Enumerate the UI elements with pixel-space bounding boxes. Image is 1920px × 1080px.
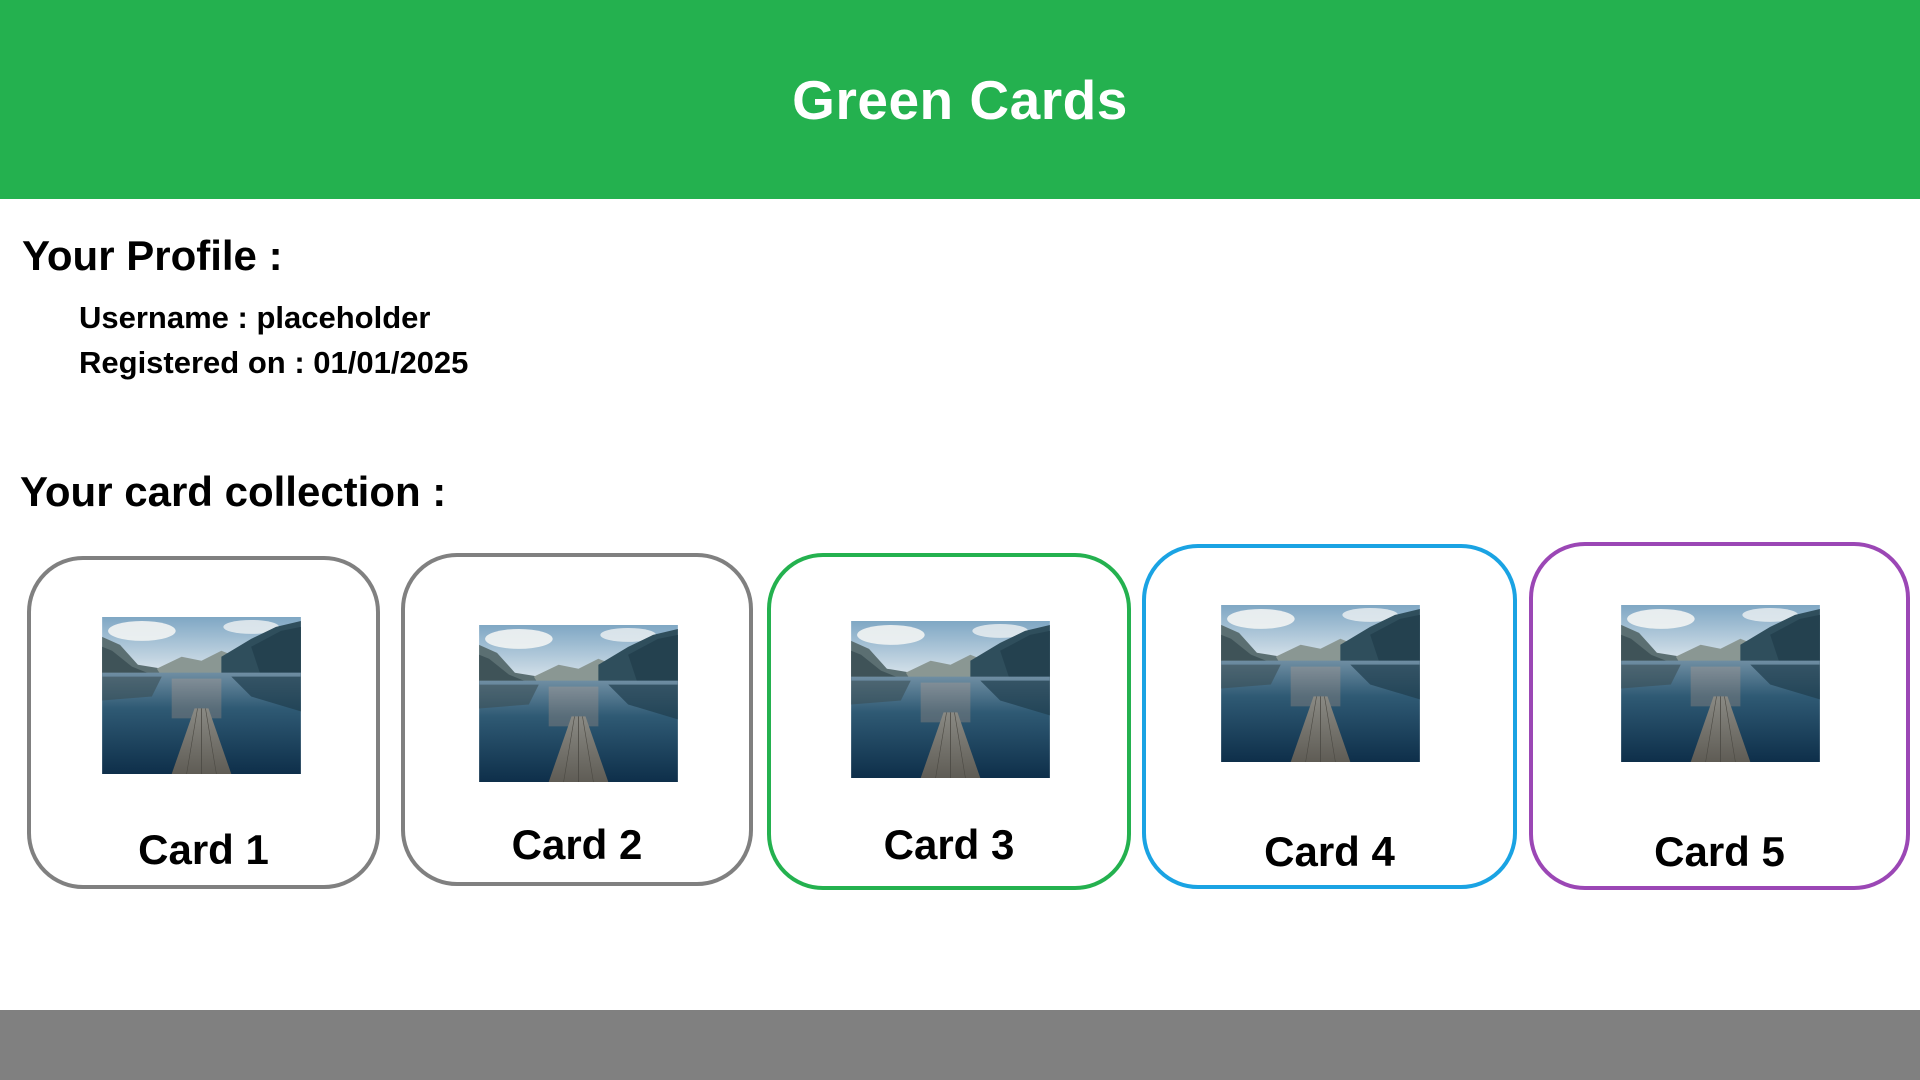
app-title: Green Cards xyxy=(792,68,1128,131)
card-label: Card 5 xyxy=(1654,828,1785,875)
footer-bar xyxy=(0,1010,1920,1080)
card-label: Card 2 xyxy=(511,821,643,868)
card-1[interactable]: Card 1 xyxy=(27,556,380,889)
card-image xyxy=(479,625,678,782)
card-5[interactable]: Card 5 xyxy=(1529,542,1910,890)
card-label: Card 4 xyxy=(1264,828,1395,875)
profile-username: Username : placeholder xyxy=(79,300,431,335)
card-image xyxy=(851,621,1050,778)
card-label: Card 3 xyxy=(883,821,1015,868)
collection-section-title: Your card collection : xyxy=(20,468,447,515)
card-4[interactable]: Card 4 xyxy=(1142,544,1517,889)
app-header: Green Cards xyxy=(0,0,1920,199)
card-image xyxy=(1221,605,1420,762)
card-image xyxy=(102,617,301,774)
card-2[interactable]: Card 2 xyxy=(401,553,753,886)
card-3[interactable]: Card 3 xyxy=(767,553,1131,890)
profile-registered-date: Registered on : 01/01/2025 xyxy=(79,345,469,380)
card-label: Card 1 xyxy=(138,826,269,873)
card-image xyxy=(1621,605,1820,762)
profile-section-title: Your Profile : xyxy=(22,232,283,279)
